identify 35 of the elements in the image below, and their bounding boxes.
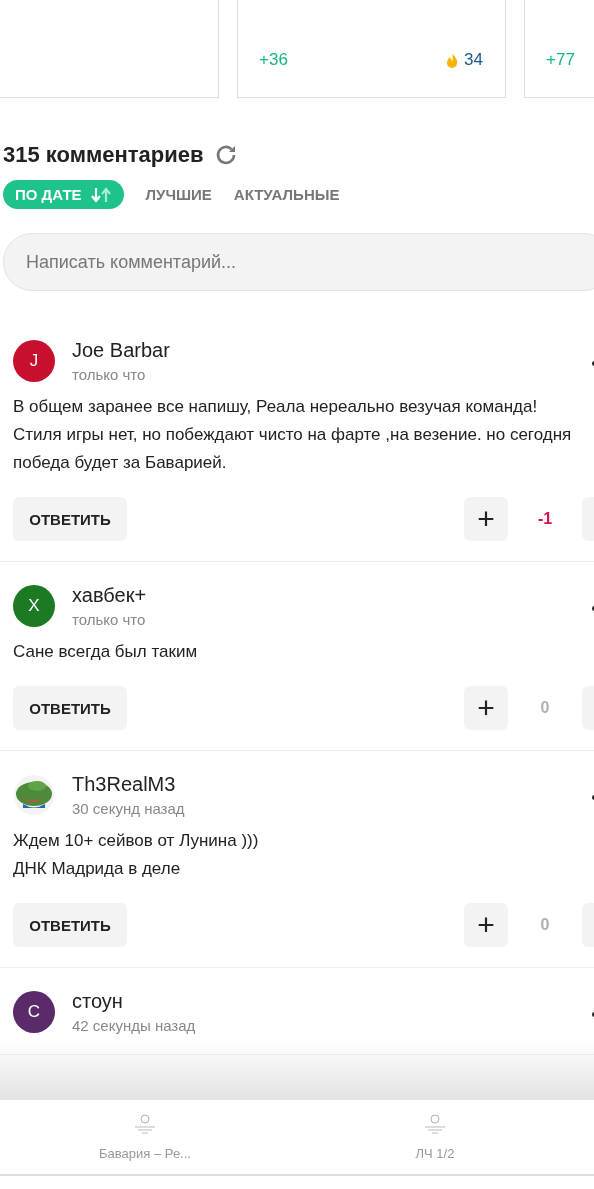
comment-input[interactable]: Написать комментарий... [3, 233, 594, 291]
comments-title: 315 комментариев [3, 142, 204, 168]
upvote-button[interactable]: + [464, 497, 508, 541]
stat-card[interactable]: +36 34 [237, 0, 506, 98]
flame-icon [446, 52, 459, 68]
author-name[interactable]: Th3RealM3 [72, 773, 185, 796]
comment-time: только что [72, 366, 147, 383]
comment-text: Ждем 10+ сейвов от Лунина ))) ДНК Мадрида в деле [13, 830, 260, 880]
author-name[interactable]: стоун [72, 990, 196, 1013]
ball-logo-icon [133, 1114, 157, 1136]
rating-delta: +77 [546, 50, 575, 70]
author-name[interactable]: хавбек+ [72, 584, 147, 607]
avatar: С [13, 991, 55, 1033]
comment-time: 30 секунд назад [72, 800, 185, 817]
upvote-button[interactable]: + [464, 686, 508, 730]
comment-text: Сане всегда был таким [13, 641, 199, 663]
hot-count: 34 [464, 50, 483, 70]
vote-score: -1 [536, 510, 554, 528]
vote-score: 0 [539, 699, 551, 717]
sort-tab[interactable]: ЛУЧШИЕ [145, 180, 212, 209]
comment-time: 42 секунды назад [72, 1017, 196, 1034]
sort-tab[interactable]: АКТУАЛЬНЫЕ [233, 180, 340, 209]
comment-text: В общем заранее все напишу, Реала нереально везучая команда! Стиля игры нет, но побеждают чисто на фарте ,на везение. но сегодня победа будет за Баварией. [13, 396, 573, 474]
avatar: J [13, 340, 55, 382]
author-name[interactable]: Joe Barbar [72, 339, 170, 362]
comment-time: только что [72, 611, 147, 628]
avatar: X [13, 585, 55, 627]
reply-button[interactable]: ОТВЕТИТЬ [13, 686, 127, 730]
reply-button[interactable]: ОТВЕТИТЬ [13, 497, 127, 541]
vote-score: 0 [539, 916, 551, 934]
sort-arrows-icon [89, 186, 112, 203]
upvote-button[interactable]: + [464, 903, 508, 947]
rating-delta: +36 [259, 50, 288, 70]
reply-button[interactable]: ОТВЕТИТЬ [13, 903, 127, 947]
ball-logo-icon [423, 1114, 447, 1136]
